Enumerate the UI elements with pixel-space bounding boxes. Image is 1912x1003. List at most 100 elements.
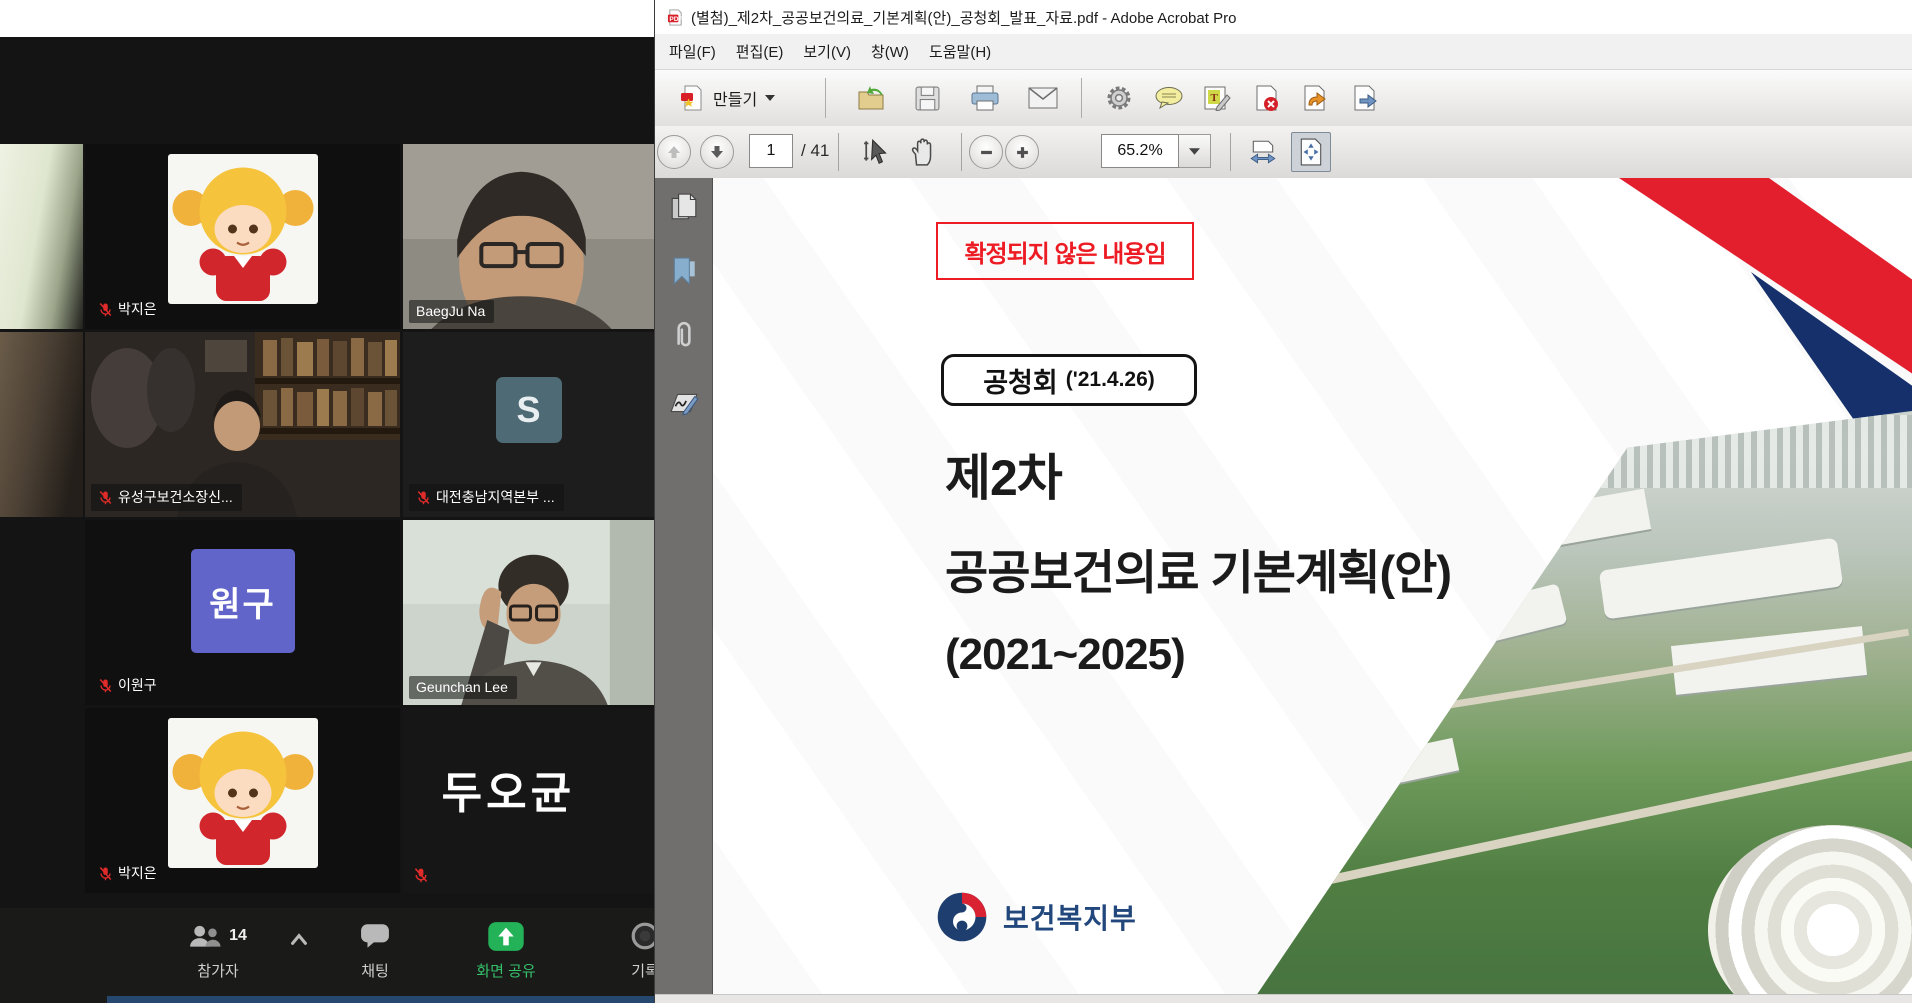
participant-name-bar: Geunchan Lee	[409, 676, 517, 699]
open-file-button[interactable]	[854, 80, 890, 116]
page-number-input[interactable]	[749, 134, 793, 168]
hearing-box: 공청회 ('21.4.26)	[941, 354, 1197, 406]
create-pdf-button[interactable]: 만들기	[669, 78, 785, 118]
zoom-level-input[interactable]	[1101, 134, 1179, 168]
anime-character-image	[168, 718, 318, 868]
mic-muted-icon	[98, 678, 113, 693]
attachments-icon	[670, 320, 698, 350]
menu-window[interactable]: 창(W)	[861, 34, 919, 69]
participants-label: 참가자	[197, 960, 238, 981]
fit-page-button[interactable]	[1291, 132, 1331, 172]
previous-page-button[interactable]	[656, 134, 692, 170]
round-building	[1708, 825, 1912, 995]
mohw-logo: 보건복지부	[935, 890, 1137, 944]
page-thumbnails-icon	[670, 192, 698, 222]
menu-view[interactable]: 보기(V)	[793, 34, 861, 69]
participants-count: 14	[229, 927, 247, 945]
mohw-logo-text: 보건복지부	[1003, 897, 1137, 937]
chat-icon	[360, 923, 390, 949]
attachments-button[interactable]	[667, 318, 701, 352]
hearing-date: ('21.4.26)	[1066, 368, 1155, 392]
select-tool-icon	[863, 139, 891, 165]
print-button[interactable]	[967, 80, 1003, 116]
video-tile-leewongu[interactable]: 원구 이원구	[85, 520, 400, 705]
main-toolbar: 만들기	[655, 70, 1912, 127]
video-tile-yuseonggu[interactable]: 유성구보건소장신...	[85, 332, 400, 517]
participant-name: Geunchan Lee	[416, 679, 508, 695]
video-tile-duogyun[interactable]: 두오균	[403, 708, 654, 893]
title-bar: PDF (별첨)_제2차_공공보건의료_기본계획(안)_공청회_발표_자료.pd…	[655, 0, 1912, 34]
video-tile-baegju-na[interactable]: BaegJu Na	[403, 144, 654, 329]
chat-button[interactable]: 채팅	[330, 920, 420, 981]
hand-tool-button[interactable]	[905, 134, 941, 170]
mic-muted-icon	[416, 490, 431, 505]
share-screen-button[interactable]: 화면 공유	[446, 920, 566, 981]
chat-label: 채팅	[361, 960, 389, 981]
preferences-button[interactable]	[1101, 80, 1137, 116]
menu-help[interactable]: 도움말(H)	[919, 34, 1001, 69]
mic-muted-icon	[98, 490, 113, 505]
share-screen-label: 화면 공유	[476, 960, 535, 981]
pdf-page[interactable]: 확정되지 않은 내용임 공청회 ('21.4.26) 제2차 공공보건의료 기본…	[713, 178, 1912, 995]
fit-page-icon	[1298, 138, 1324, 166]
slide-title-line2: 공공보건의료 기본계획(안)	[945, 534, 1451, 603]
record-button[interactable]: 기록	[600, 920, 654, 981]
toolbar-separator	[1230, 133, 1231, 171]
page-up-icon	[667, 145, 681, 159]
horizontal-scrollbar[interactable]	[655, 994, 1912, 1003]
fit-width-button[interactable]	[1245, 134, 1281, 170]
chevron-up-icon[interactable]	[290, 933, 308, 946]
dropdown-arrow-icon	[1189, 148, 1200, 155]
delete-pages-icon	[1253, 85, 1281, 111]
menu-file[interactable]: 파일(F)	[659, 34, 726, 69]
comment-button[interactable]	[1151, 80, 1187, 116]
svg-text:PDF: PDF	[669, 15, 682, 22]
video-tile-partial-2[interactable]	[0, 332, 83, 517]
next-page-button[interactable]	[699, 134, 735, 170]
taskbar-edge[interactable]	[107, 996, 654, 1003]
warning-box: 확정되지 않은 내용임	[936, 222, 1194, 280]
video-tile-daejeon[interactable]: S 대전충남지역본부 ...	[403, 332, 654, 517]
video-tile-partial-1[interactable]	[0, 144, 83, 329]
menu-edit[interactable]: 편집(E)	[726, 34, 794, 69]
window-title: (별첨)_제2차_공공보건의료_기본계획(안)_공청회_발표_자료.pdf - …	[691, 7, 1236, 28]
participant-name: 대전충남지역본부 ...	[436, 487, 555, 507]
share-page-button[interactable]	[1347, 80, 1383, 116]
delete-pages-button[interactable]	[1249, 80, 1285, 116]
bookmarks-button[interactable]	[667, 254, 701, 288]
text-edit-icon: T	[1203, 85, 1231, 111]
export-page-button[interactable]	[1297, 80, 1333, 116]
participant-name-bar: 박지은	[91, 860, 166, 887]
slide-title-line3: (2021~2025)	[945, 630, 1185, 680]
participant-name: BaegJu Na	[416, 303, 485, 319]
navigation-sidebar	[655, 178, 713, 995]
video-tile-geunchan-lee[interactable]: Geunchan Lee	[403, 520, 654, 705]
participant-name: 유성구보건소장신...	[118, 487, 233, 507]
video-tile-parkjieun-2[interactable]: 박지은	[85, 708, 400, 893]
zoom-in-button[interactable]	[1004, 134, 1040, 170]
toolbar-separator	[825, 78, 826, 118]
participant-name: 박지은	[118, 863, 157, 883]
participant-name-bar	[409, 864, 438, 887]
video-feed	[0, 332, 83, 517]
save-button[interactable]	[909, 80, 945, 116]
video-feed	[0, 144, 83, 329]
participant-name-bar: 이원구	[91, 672, 166, 699]
avatar: S	[496, 377, 562, 443]
page-thumbnails-button[interactable]	[667, 190, 701, 224]
share-page-icon	[1351, 85, 1379, 111]
email-button[interactable]	[1025, 80, 1061, 116]
toolbar-separator	[961, 133, 962, 171]
zoom-out-icon	[980, 146, 993, 159]
text-edit-button[interactable]: T	[1199, 80, 1235, 116]
video-tile-parkjieun-1[interactable]: 박지은	[85, 144, 400, 329]
signatures-button[interactable]	[667, 386, 701, 420]
zoom-dropdown-button[interactable]	[1179, 134, 1211, 168]
select-tool-button[interactable]	[859, 134, 895, 170]
pdf-file-icon: PDF	[667, 9, 684, 26]
mic-muted-icon	[98, 302, 113, 317]
participants-button[interactable]: 14 참가자	[158, 920, 278, 981]
acrobat-main: 확정되지 않은 내용임 공청회 ('21.4.26) 제2차 공공보건의료 기본…	[655, 178, 1912, 995]
zoom-out-button[interactable]	[968, 134, 1004, 170]
page-count-label: / 41	[801, 141, 829, 161]
